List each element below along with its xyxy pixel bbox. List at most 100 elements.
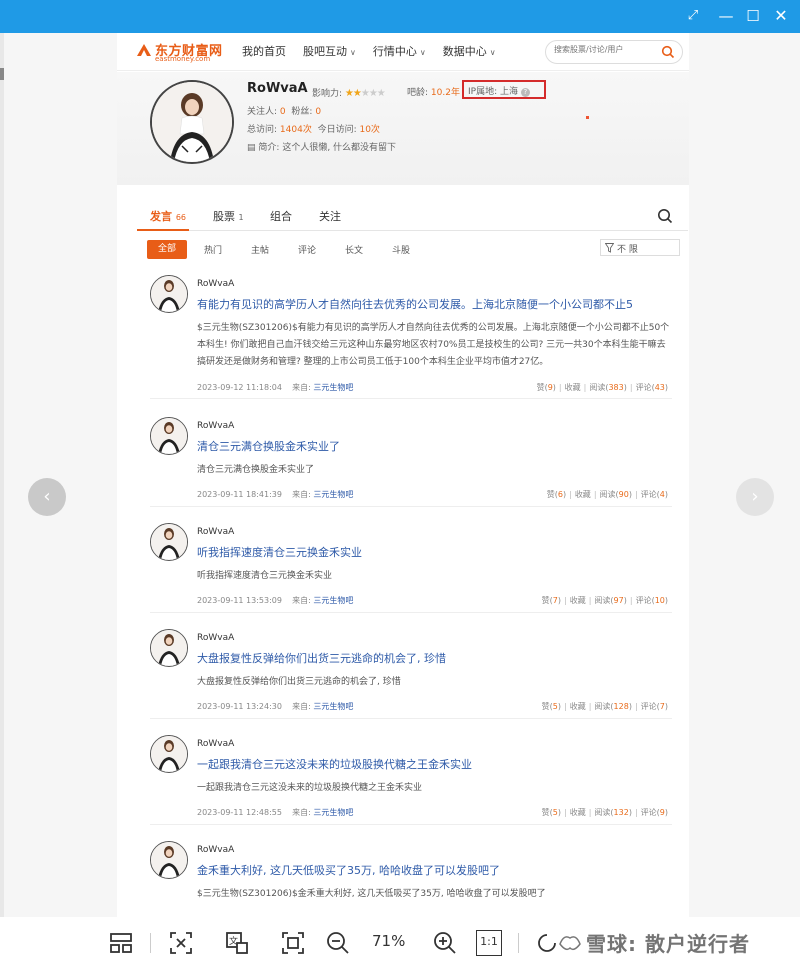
post-title[interactable]: 听我指挥速度清仓三元换金禾实业 (197, 544, 362, 560)
favorite-button[interactable]: 收藏 (565, 383, 581, 392)
avatar-portrait-icon (151, 736, 187, 772)
filter-dropdown[interactable]: 不 限 (600, 239, 680, 256)
filter-hot[interactable]: 热门 (204, 243, 222, 256)
viewer-toolbar: 文 71% 1:1 雪球: 散户逆行者 (0, 917, 800, 967)
post-meta: 2023-09-11 12:48:55 来自: 三元生物吧 (197, 807, 353, 818)
post-title[interactable]: 大盘报复性反弹给你们出货三元逃命的机会了, 珍惜 (197, 650, 446, 666)
post-item[interactable]: RoWvaA 清仓三元满仓换股金禾实业了 清仓三元满仓换股金禾实业了 2023-… (150, 417, 672, 507)
fit-screen-icon[interactable] (168, 930, 194, 956)
favorite-button[interactable]: 收藏 (570, 702, 586, 711)
filter-long[interactable]: 长文 (345, 243, 363, 256)
search-input[interactable] (554, 45, 654, 54)
previous-image-button[interactable]: ‹ (28, 478, 66, 516)
post-author[interactable]: RoWvaA (197, 739, 234, 749)
post-source[interactable]: 三元生物吧 (313, 808, 353, 817)
followers-label: 关注人: (247, 107, 278, 117)
bar-age: 吧龄: 10.2年 (407, 85, 460, 98)
filter-all[interactable]: 全部 (147, 240, 187, 259)
post-author[interactable]: RoWvaA (197, 421, 234, 431)
nav-guba[interactable]: 股吧互动 ∨ (303, 43, 356, 59)
next-image-button[interactable]: › (736, 478, 774, 516)
thumbnails-icon[interactable] (108, 930, 134, 956)
tab-portfolio[interactable]: 组合 (270, 208, 292, 224)
eastmoney-logo[interactable]: 东方财富网 eastmoney.com (135, 40, 222, 64)
window-titlebar: ⤢ — ☐ ✕ (0, 0, 800, 33)
post-item[interactable]: RoWvaA 一起跟我清仓三元这没未来的垃圾股换代糖之王金禾实业 一起跟我清仓三… (150, 735, 672, 825)
avatar[interactable] (150, 417, 188, 455)
comment-button[interactable]: 评论(9) (641, 808, 668, 817)
post-source[interactable]: 三元生物吧 (313, 490, 353, 499)
funnel-icon (605, 243, 614, 253)
avatar[interactable] (150, 735, 188, 773)
post-title[interactable]: 清仓三元满仓换股金禾实业了 (197, 438, 340, 454)
post-source[interactable]: 三元生物吧 (313, 702, 353, 711)
toolbar-separator (150, 933, 151, 953)
post-source[interactable]: 三元生物吧 (313, 383, 353, 392)
filter-main[interactable]: 主帖 (251, 243, 269, 256)
divider (150, 506, 672, 507)
divider (150, 824, 672, 825)
followers-value[interactable]: 0 (280, 107, 286, 117)
close-button[interactable]: ✕ (771, 6, 791, 26)
favorite-button[interactable]: 收藏 (570, 596, 586, 605)
post-actions: 赞(5) | 收藏 | 阅读(132) | 评论(9) (541, 808, 668, 817)
screenshot-page: 东方财富网 eastmoney.com 我的首页 股吧互动 ∨ 行情中心 ∨ 数据中… (117, 33, 689, 917)
minimize-button[interactable]: — (716, 6, 736, 26)
search-icon[interactable] (657, 208, 673, 224)
avatar[interactable] (150, 629, 188, 667)
help-icon[interactable]: ? (520, 88, 530, 97)
maximize-button[interactable]: ☐ (743, 6, 763, 26)
post-body: $三元生物(SZ301206)$金禾重大利好, 这几天低吸买了35万, 哈哈收盘… (197, 889, 546, 899)
tab-posts[interactable]: 发言 66 (150, 208, 186, 224)
post-title[interactable]: 有能力有见识的高学历人才自然向往去优秀的公司发展。上海北京随便一个小公司都不止5 (197, 296, 633, 312)
post-source-label: 来自: (292, 596, 311, 605)
tab-stocks[interactable]: 股票 1 (213, 208, 244, 224)
post-author[interactable]: RoWvaA (197, 633, 234, 643)
pin-icon[interactable]: ⤢ (683, 6, 703, 26)
avatar[interactable] (150, 80, 234, 164)
influence-label: 影响力: (312, 89, 343, 99)
like-button[interactable]: 赞(7) (542, 596, 561, 605)
ocr-icon[interactable]: 文 (224, 930, 250, 956)
post-body: 大盘报复性反弹给你们出货三元逃命的机会了, 珍惜 (197, 677, 401, 687)
zoom-in-icon[interactable] (432, 930, 458, 956)
post-time: 2023-09-11 12:48:55 (197, 808, 282, 817)
like-button[interactable]: 赞(6) (547, 490, 566, 499)
fullscreen-icon[interactable] (280, 930, 306, 956)
filter-comment[interactable]: 评论 (298, 243, 316, 256)
like-button[interactable]: 赞(5) (542, 702, 561, 711)
like-button[interactable]: 赞(9) (537, 383, 556, 392)
post-item[interactable]: RoWvaA 有能力有见识的高学历人才自然向往去优秀的公司发展。上海北京随便一个… (150, 275, 672, 399)
filter-dougu[interactable]: 斗股 (392, 243, 410, 256)
actual-size-button[interactable]: 1:1 (476, 930, 502, 956)
tab-following[interactable]: 关注 (319, 208, 341, 224)
zoom-out-icon[interactable] (325, 930, 351, 956)
site-search[interactable] (545, 40, 683, 64)
nav-home[interactable]: 我的首页 (242, 43, 286, 59)
comment-button[interactable]: 评论(7) (641, 702, 668, 711)
post-title[interactable]: 一起跟我清仓三元这没未来的垃圾股换代糖之王金禾实业 (197, 756, 472, 772)
post-title[interactable]: 金禾重大利好, 这几天低吸买了35万, 哈哈收盘了可以发股吧了 (197, 862, 500, 878)
fans-value[interactable]: 0 (315, 107, 321, 117)
avatar[interactable] (150, 523, 188, 561)
ip-location-highlight: IP属地: 上海 ? (462, 80, 546, 99)
post-author[interactable]: RoWvaA (197, 527, 234, 537)
bio-value: 这个人很懒, 什么都没有留下 (282, 143, 397, 153)
avatar[interactable] (150, 841, 188, 879)
post-author[interactable]: RoWvaA (197, 845, 234, 855)
nav-data[interactable]: 数据中心 ∨ (443, 43, 496, 59)
comment-button[interactable]: 评论(10) (636, 596, 668, 605)
search-icon[interactable] (661, 45, 675, 59)
avatar[interactable] (150, 275, 188, 313)
post-item[interactable]: RoWvaA 大盘报复性反弹给你们出货三元逃命的机会了, 珍惜 大盘报复性反弹给… (150, 629, 672, 719)
favorite-button[interactable]: 收藏 (575, 490, 591, 499)
post-source[interactable]: 三元生物吧 (313, 596, 353, 605)
post-author[interactable]: RoWvaA (197, 279, 234, 289)
post-item[interactable]: RoWvaA 听我指挥速度清仓三元换金禾实业 听我指挥速度清仓三元换金禾实业 2… (150, 523, 672, 613)
comment-button[interactable]: 评论(43) (636, 383, 668, 392)
post-item[interactable]: RoWvaA 金禾重大利好, 这几天低吸买了35万, 哈哈收盘了可以发股吧了 $… (150, 841, 672, 917)
comment-button[interactable]: 评论(4) (641, 490, 668, 499)
like-button[interactable]: 赞(5) (542, 808, 561, 817)
favorite-button[interactable]: 收藏 (570, 808, 586, 817)
nav-market[interactable]: 行情中心 ∨ (373, 43, 426, 59)
